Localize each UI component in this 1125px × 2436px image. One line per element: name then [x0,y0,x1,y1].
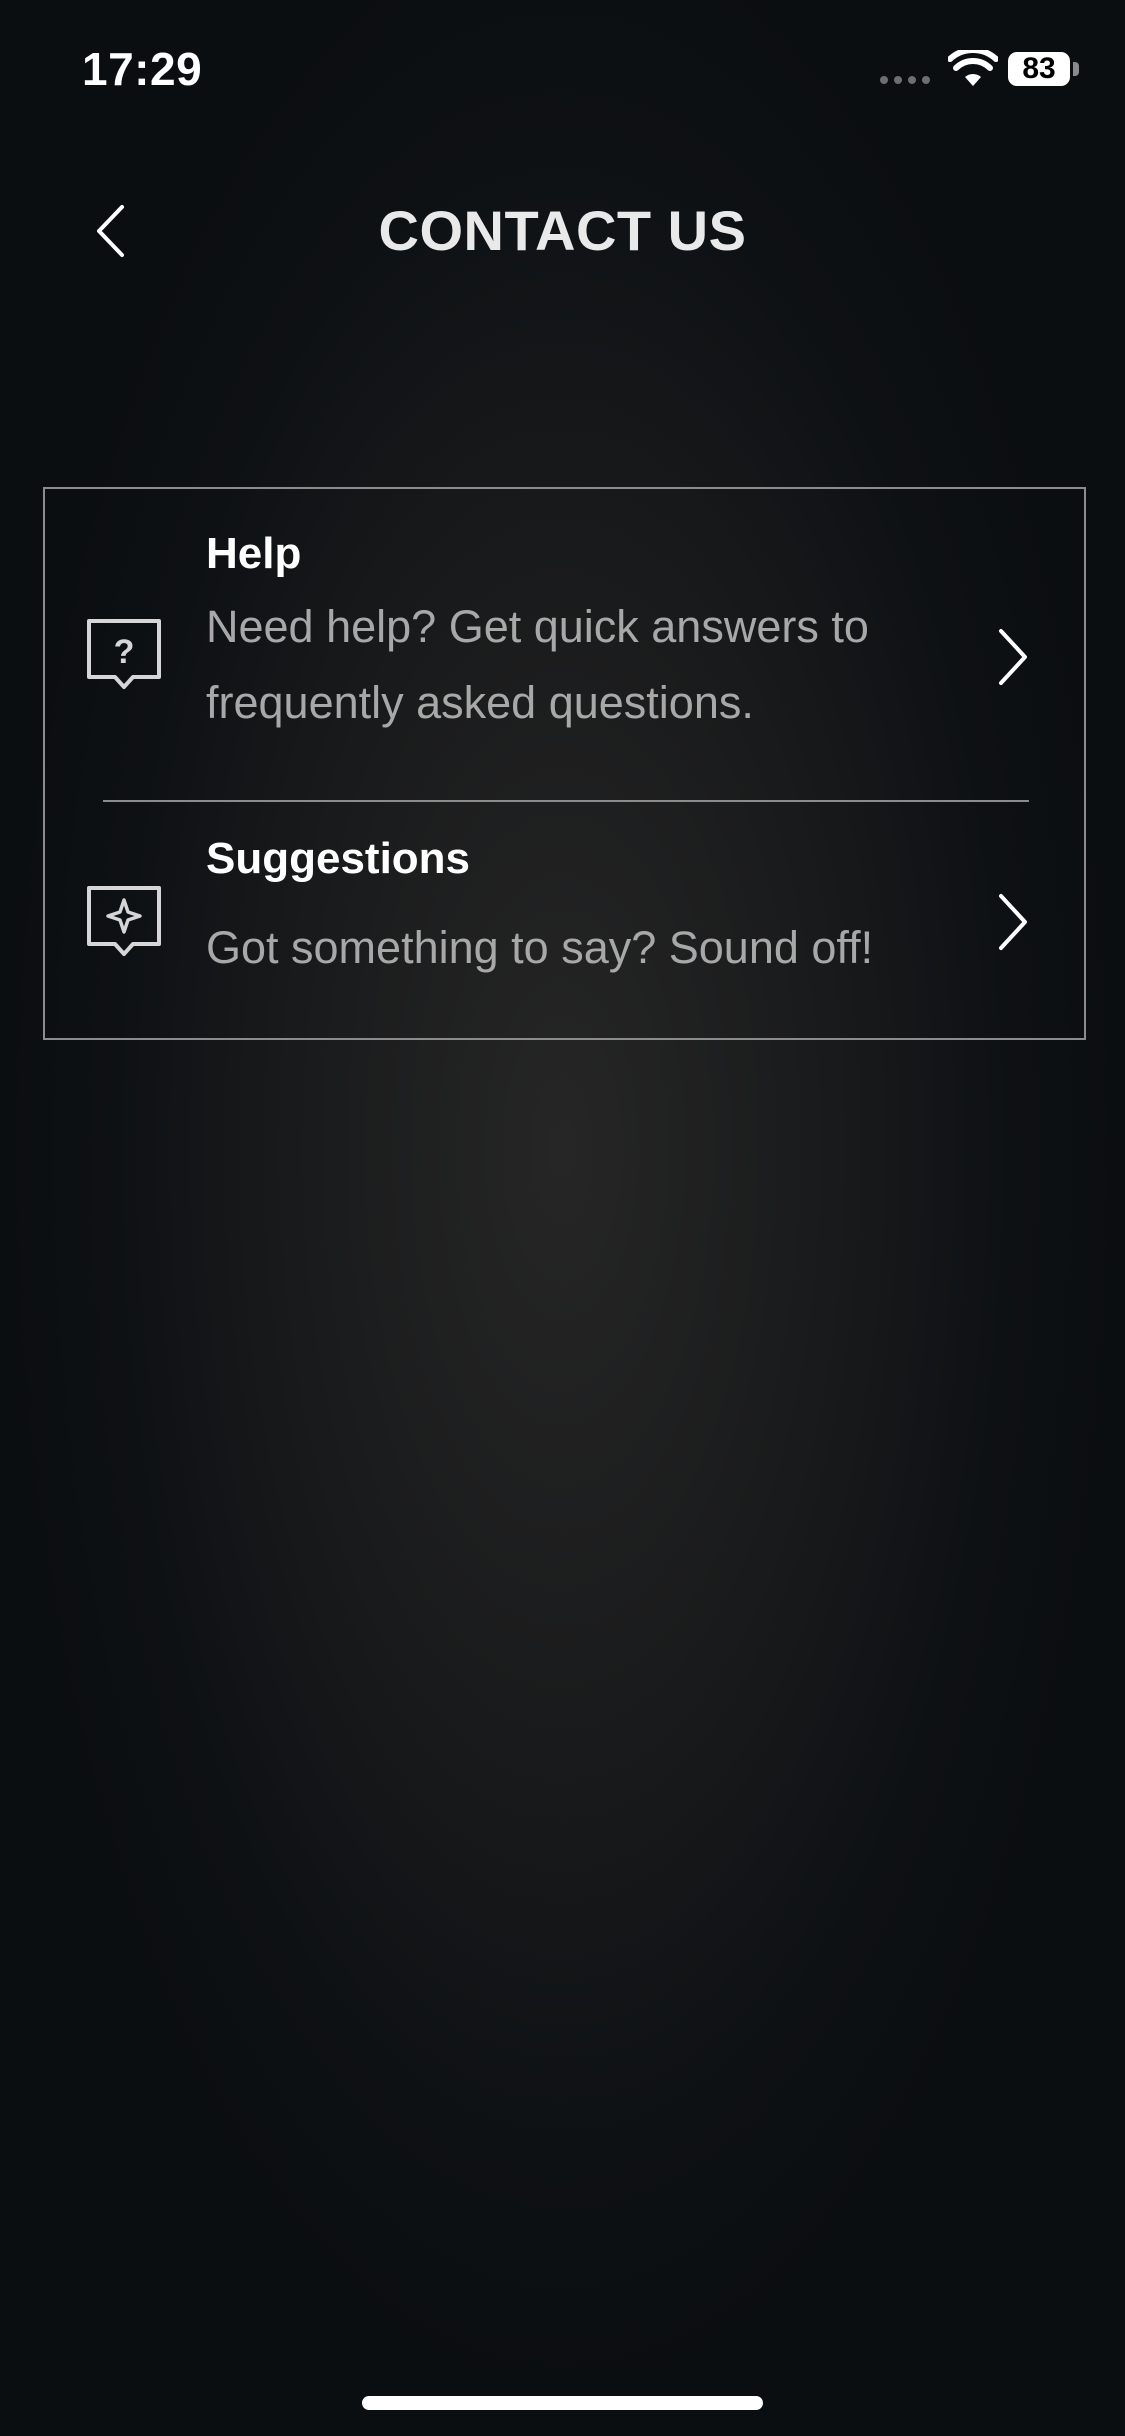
suggestion-chat-icon [87,886,161,956]
contact-us-screen: 17:29 83 CONTACT US ? Help Need help? Ge… [0,0,1125,2436]
home-indicator [362,2396,763,2410]
suggestions-title: Suggestions [206,834,471,883]
chevron-right-icon [999,894,1027,950]
chevron-right-icon [999,629,1027,685]
cellular-signal-icon [880,76,930,84]
chevron-left-icon [97,205,124,257]
help-chat-icon: ? [87,619,161,689]
status-time: 17:29 [82,43,203,95]
help-item[interactable]: ? Help Need help? Get quick answers to f… [45,489,1084,802]
contact-options-card: ? Help Need help? Get quick answers to f… [43,487,1086,1040]
help-description: Need help? Get quick answers to frequent… [206,601,869,728]
svg-text:?: ? [114,633,135,671]
back-button[interactable] [80,196,140,266]
page-title: CONTACT US [378,199,747,262]
suggestions-description: Got something to say? Sound off! [206,922,874,973]
help-title: Help [206,529,302,578]
suggestions-item[interactable]: Suggestions Got something to say? Sound … [45,802,1084,1040]
wifi-icon [948,50,998,86]
battery-tip [1073,62,1079,76]
status-bar: 17:29 83 [0,0,1125,140]
battery-icon: 83 [1008,52,1070,86]
